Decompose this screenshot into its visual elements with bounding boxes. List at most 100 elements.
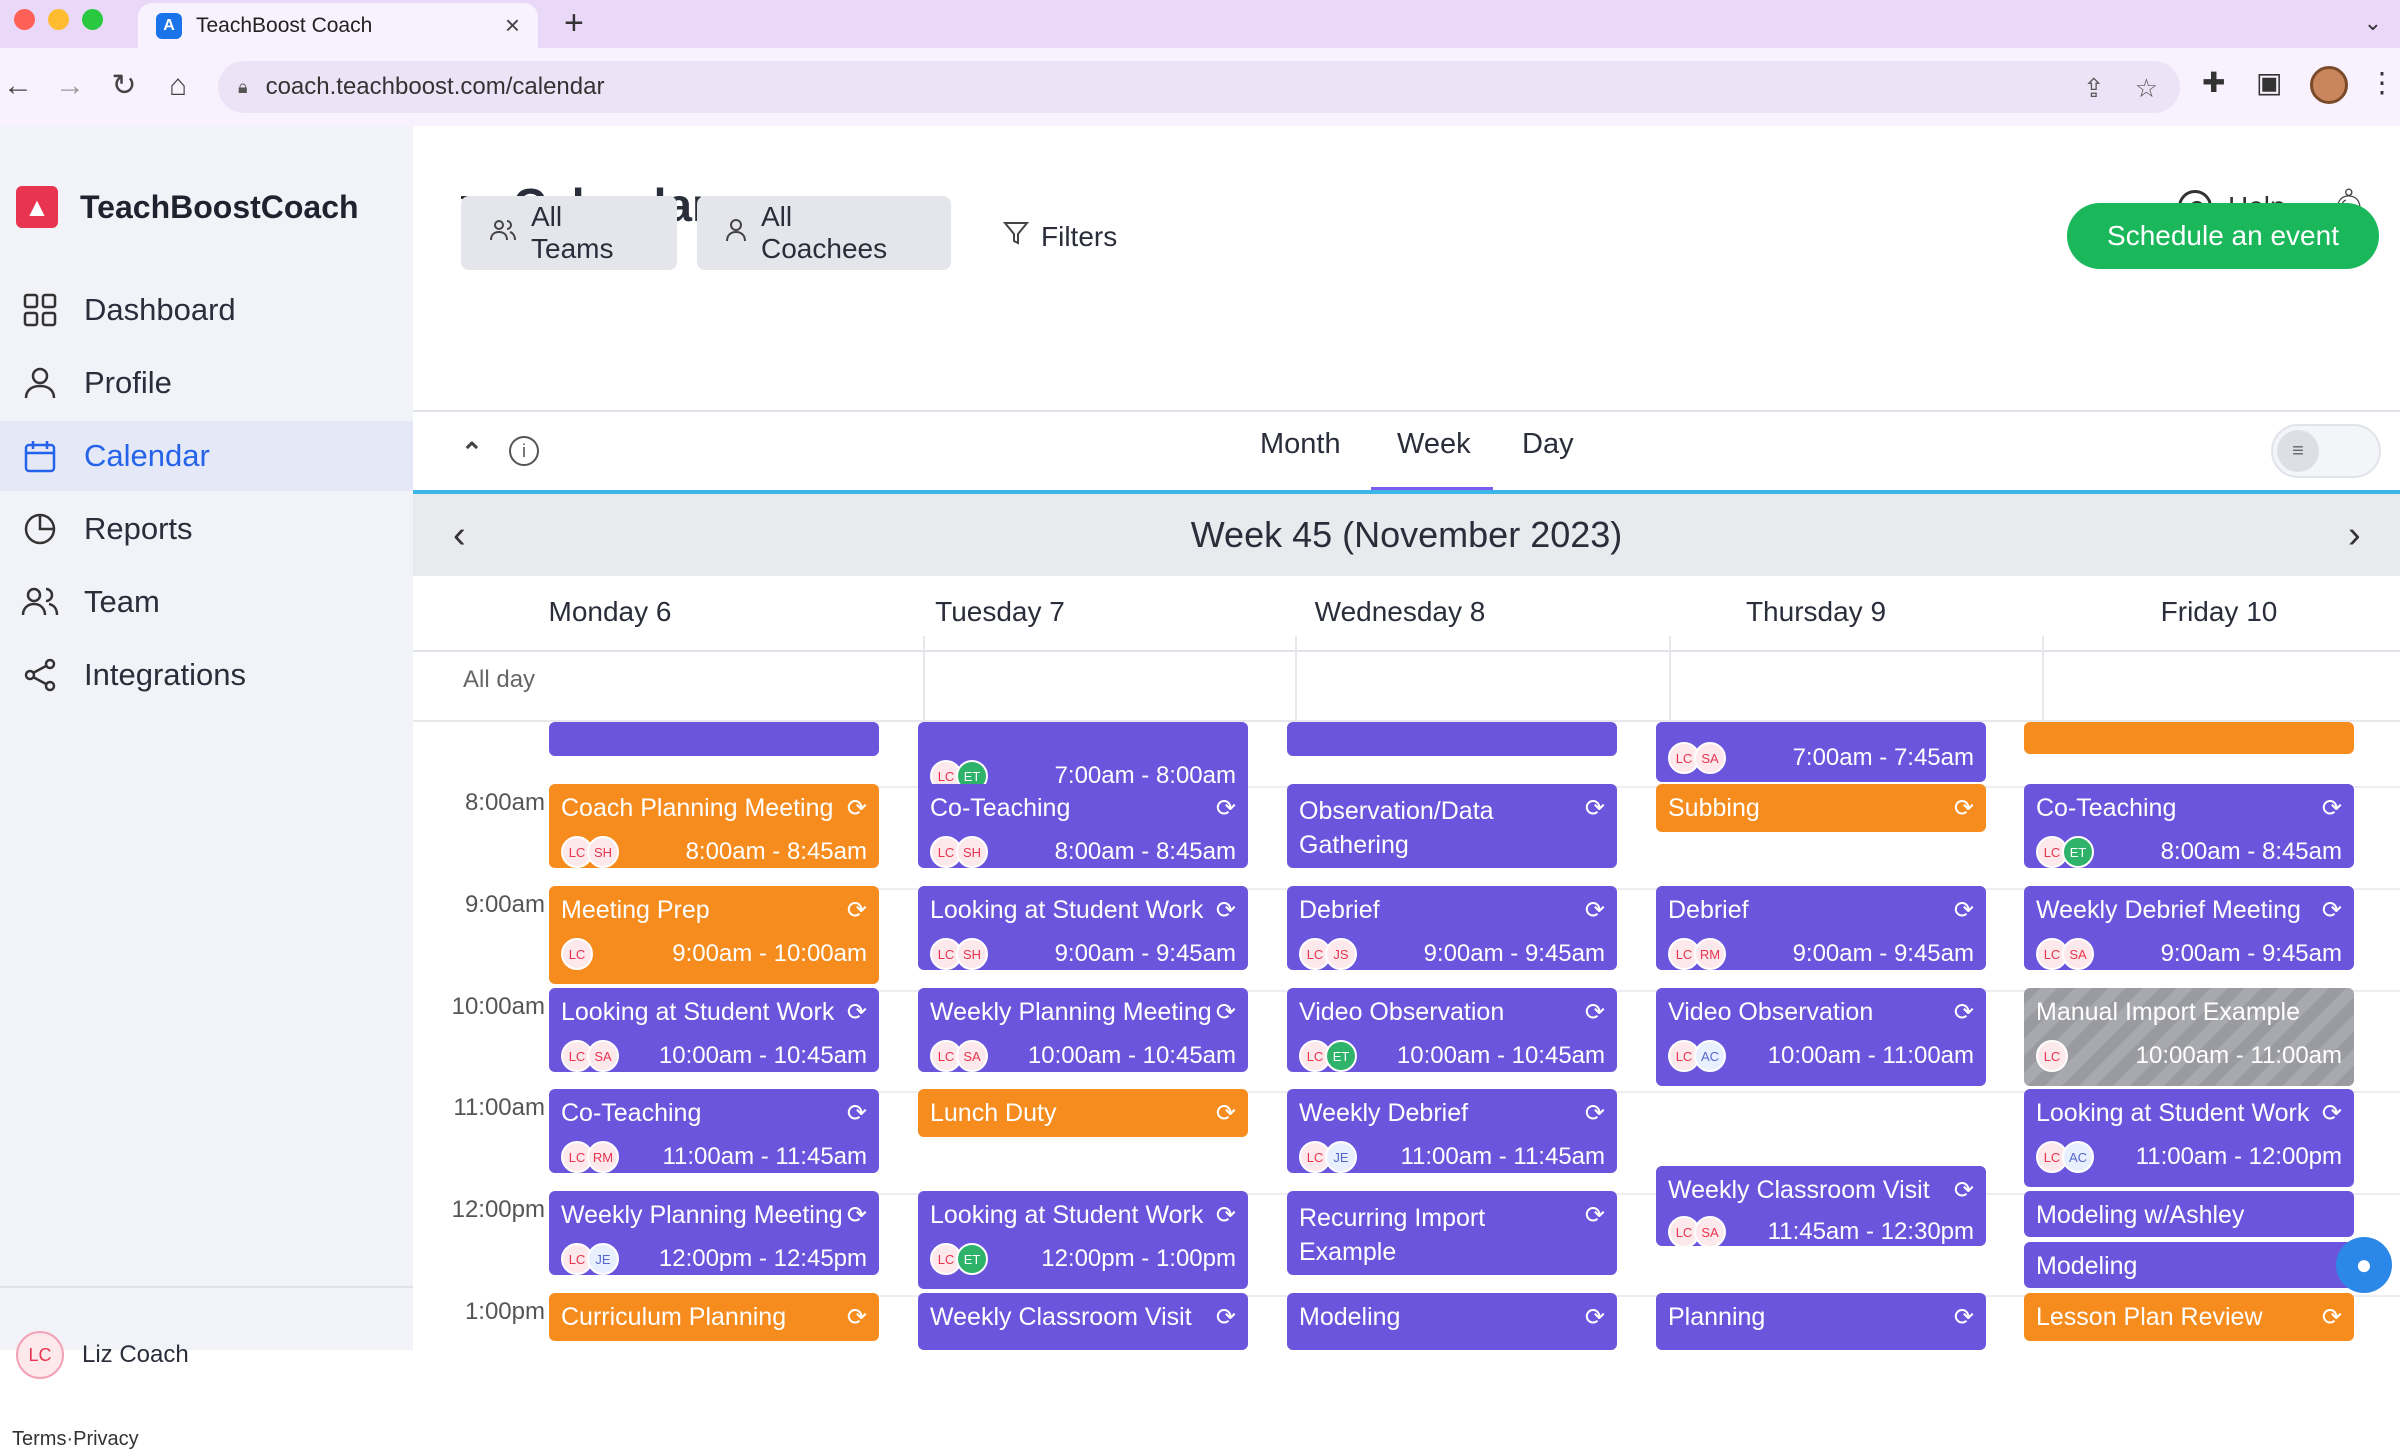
event-card[interactable]: Subbing ⟳ [1656,784,1986,832]
event-card[interactable]: Modeling [2024,1242,2354,1288]
event-time: 10:00am - 10:45am [1027,1042,1236,1069]
home-icon[interactable]: ⌂ [160,68,196,104]
sidebar-item-integrations[interactable]: Integrations [0,640,413,710]
event-card[interactable]: Weekly Classroom Visit ⟳ LC SA 11:45am - 12… [1656,1166,1986,1246]
previous-week-chevron-icon[interactable]: ‹ [453,514,466,557]
info-icon[interactable]: i [509,436,539,466]
event-card[interactable]: Co-Teaching ⟳ LC ET 8:00am - 8:45am [2024,784,2354,868]
people-icon [20,582,60,622]
event-card[interactable]: Modeling ⟳ [1287,1293,1617,1350]
back-arrow-icon[interactable]: ← [0,68,36,104]
event-card-partial[interactable] [549,722,879,756]
event-card-imported[interactable]: Manual Import Example LC 10:00am - 11:00a… [2024,988,2354,1086]
event-card[interactable]: Looking at Student Work ⟳ LC AC 11:00am - 1… [2024,1089,2354,1187]
browser-menu-icon[interactable]: ⋮ [2368,66,2396,99]
event-card[interactable]: Planning ⟳ [1656,1293,1986,1350]
event-time: 11:00am - 11:45am [662,1143,867,1170]
tab-week[interactable]: Week [1397,428,1471,461]
new-tab-button[interactable]: + [564,4,584,43]
terms-privacy-links[interactable]: Terms·Privacy [12,1428,139,1451]
event-card[interactable]: Weekly Debrief Meeting ⟳ LC SA 9:00am - 9:4… [2024,886,2354,970]
list-view-toggle[interactable]: ≡ [2271,424,2381,478]
browser-tab[interactable]: A TeachBoost Coach × [138,3,538,48]
event-card-partial[interactable] [2024,722,2354,754]
collapse-chevrons-icon[interactable]: ⌃ [461,437,483,468]
sidebar-item-team[interactable]: Team [0,567,413,637]
event-card[interactable]: Co-Teaching ⟳ LC SH 8:00am - 8:45am [918,784,1248,868]
event-card[interactable]: Looking at Student Work ⟳ LC ET 12:00pm - 1… [918,1191,1248,1289]
avatar: AC [2062,1141,2094,1173]
event-title: Lesson Plan Review [2036,1303,2263,1331]
time-label: 9:00am [464,891,545,918]
side-panel-icon[interactable]: ▣ [2256,66,2282,99]
avatar: SA [956,1040,988,1072]
event-card[interactable]: Weekly Planning Meeting ⟳ LC SA 10:00am - 1… [918,988,1248,1072]
share-page-icon[interactable]: ⇪ [2083,73,2105,104]
event-time: 9:00am - 10:00am [672,940,867,967]
assistant-chat-icon[interactable]: ● [2336,1237,2392,1293]
event-card-partial[interactable] [1287,722,1617,756]
tab-search-chevron-icon[interactable]: ⌄ [2364,10,2382,36]
sidebar-item-dashboard[interactable]: Dashboard [0,275,413,345]
event-card[interactable]: Meeting Prep ⟳ LC 9:00am - 10:00am [549,886,879,984]
event-card[interactable]: Curriculum Planning ⟳ [549,1293,879,1341]
close-tab-icon[interactable]: × [505,10,520,41]
recurring-icon: ⟳ [1584,1100,1605,1127]
event-card[interactable]: Weekly Classroom Visit ⟳ [918,1293,1248,1350]
recurring-icon: ⟳ [2321,1100,2342,1127]
header-divider [413,650,2400,652]
event-title: Weekly Planning Meeting [930,998,1212,1026]
address-bar[interactable]: 🔒︎ coach.teachboost.com/calendar ⇪ ☆ [218,61,2180,113]
event-card[interactable]: Modeling w/Ashley [2024,1191,2354,1237]
all-coachees-button[interactable]: All Coachees [697,196,951,270]
sidebar-divider [0,1286,413,1288]
all-teams-label: All Teams [531,201,614,264]
brand-logo[interactable]: ▲ TeachBoostCoach [16,186,359,228]
event-card[interactable]: Weekly Debrief ⟳ LC JE 11:00am - 11:45am [1287,1089,1617,1173]
recurring-icon: ⟳ [846,795,867,822]
sidebar-item-profile[interactable]: Profile [0,348,413,418]
all-teams-button[interactable]: All Teams [461,196,677,270]
schedule-event-button[interactable]: Schedule an event [2067,203,2379,269]
event-card[interactable]: Coach Planning Meeting ⟳ LC SH 8:00am - 8:4… [549,784,879,868]
column-divider [1669,636,1671,722]
sidebar-item-reports[interactable]: Reports [0,494,413,564]
event-card[interactable]: Weekly Planning Meeting ⟳ LC JE 12:00pm - 1… [549,1191,879,1275]
event-card[interactable]: Video Observation ⟳ LC AC 10:00am - 11:00am [1656,988,1986,1086]
event-card[interactable]: Debrief ⟳ LC RM 9:00am - 9:45am [1656,886,1986,970]
event-card[interactable]: Co-Teaching ⟳ LC RM 11:00am - 11:45am [549,1089,879,1173]
column-divider [1295,636,1297,722]
event-card[interactable]: Observation/Data Gathering ⟳ [1287,784,1617,868]
event-card[interactable]: Debrief ⟳ LC JS 9:00am - 9:45am [1287,886,1617,970]
brand-name: TeachBoostCoach [80,188,359,225]
time-label: 8:00am [464,789,545,816]
tab-day[interactable]: Day [1522,428,1574,461]
browser-profile-avatar[interactable] [2310,66,2348,104]
event-card[interactable]: Recurring Import Example ⟳ [1287,1191,1617,1275]
next-week-chevron-icon[interactable]: › [2348,514,2361,557]
event-card[interactable]: Video Observation ⟳ LC ET 10:00am - 10:45am [1287,988,1617,1072]
event-card[interactable]: Looking at Student Work ⟳ LC SH 9:00am - 9:… [918,886,1248,970]
minimize-window-button[interactable] [48,9,69,30]
avatar: RM [587,1141,619,1173]
extensions-puzzle-icon[interactable]: ✚ [2202,66,2225,99]
event-card[interactable]: Lunch Duty ⟳ [918,1089,1248,1137]
forward-arrow-icon[interactable]: → [52,68,88,104]
close-window-button[interactable] [14,9,35,30]
reload-icon[interactable]: ↻ [106,68,142,104]
event-card[interactable]: Looking at Student Work ⟳ LC SA 10:00am - 1… [549,988,879,1072]
bookmark-star-icon[interactable]: ☆ [2135,73,2158,104]
event-time: 9:00am - 9:45am [2160,940,2342,967]
avatar: SA [2062,938,2094,970]
event-card[interactable]: LC SA 7:00am - 7:45am [1656,722,1986,782]
column-divider [923,636,925,722]
user-profile[interactable]: LC Liz Coach [16,1331,189,1379]
maximize-window-button[interactable] [82,9,103,30]
filters-button[interactable]: Filters [1002,220,1117,253]
sidebar-item-calendar[interactable]: Calendar [0,421,413,491]
recurring-icon: ⟳ [2321,897,2342,924]
tab-title: TeachBoost Coach [196,13,373,37]
tab-month[interactable]: Month [1260,428,1341,461]
event-card[interactable]: Lesson Plan Review ⟳ [2024,1293,2354,1341]
sidebar-item-label: Dashboard [84,292,236,327]
